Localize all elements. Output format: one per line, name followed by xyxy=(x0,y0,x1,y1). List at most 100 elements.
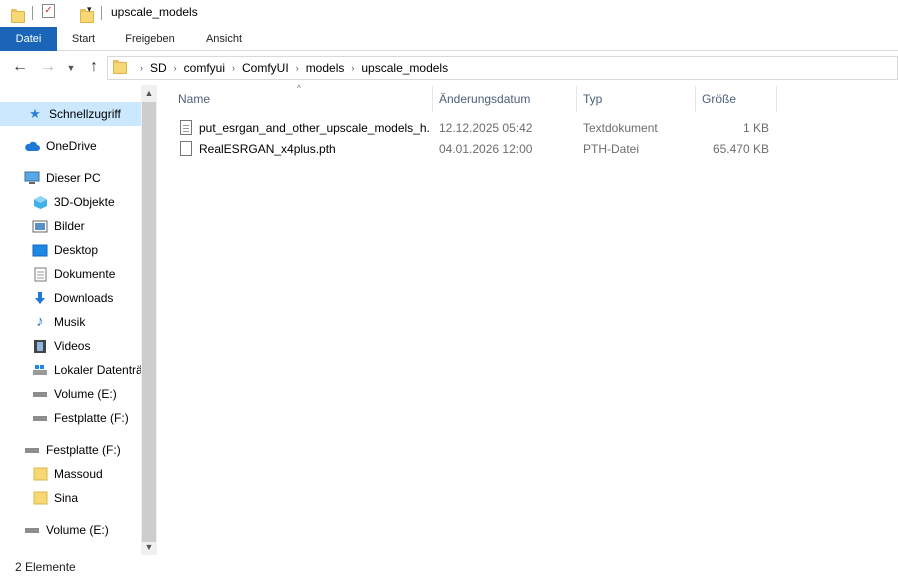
text-file-icon xyxy=(180,120,192,135)
status-bar: 2 Elemente xyxy=(0,556,898,578)
cloud-icon xyxy=(24,138,40,154)
sidebar-item-videos[interactable]: Videos xyxy=(0,334,141,358)
music-icon: ♪ xyxy=(36,313,44,330)
title-bar: ✓ ▾ upscale_models xyxy=(0,0,898,26)
file-date: 04.01.2026 12:00 xyxy=(439,142,533,156)
sidebar-item-label: 3D-Objekte xyxy=(54,195,115,209)
sidebar-item-label: Schnellzugriff xyxy=(49,107,121,121)
tab-view[interactable]: Ansicht xyxy=(192,27,256,51)
navigation-bar: ← → ▼ ↑ › SD › comfyui › ComfyUI › model… xyxy=(0,52,898,84)
column-header-type[interactable]: Typ xyxy=(577,85,695,113)
sidebar-item-festplatte-f-root[interactable]: Festplatte (F:) xyxy=(0,438,141,462)
file-icon xyxy=(180,141,192,156)
sidebar-item-volume-e-root[interactable]: Volume (E:) xyxy=(0,518,141,542)
cube-icon xyxy=(32,194,48,210)
tab-file[interactable]: Datei xyxy=(0,27,57,51)
sidebar-item-sina[interactable]: Sina xyxy=(0,486,141,510)
folder-icon xyxy=(32,490,48,506)
sidebar-item-downloads[interactable]: Downloads xyxy=(0,286,141,310)
breadcrumb-separator[interactable]: › xyxy=(174,63,177,73)
tab-share[interactable]: Freigeben xyxy=(112,27,188,51)
download-icon xyxy=(32,290,48,306)
drive-icon xyxy=(24,442,40,458)
drive-icon xyxy=(24,522,40,538)
star-icon: ★ xyxy=(29,106,41,121)
address-bar[interactable]: › SD › comfyui › ComfyUI › models › upsc… xyxy=(107,56,898,80)
breadcrumb-models[interactable]: models xyxy=(306,61,345,75)
folder-icon xyxy=(32,466,48,482)
divider xyxy=(101,6,102,20)
window-title: upscale_models xyxy=(111,5,198,19)
breadcrumb-comfyui[interactable]: comfyui xyxy=(184,61,225,75)
sidebar-item-this-pc[interactable]: Dieser PC xyxy=(0,166,141,190)
file-row[interactable]: put_esrgan_and_other_upscale_models_h...… xyxy=(175,118,775,138)
sidebar-item-label: OneDrive xyxy=(46,139,97,153)
breadcrumb-separator: › xyxy=(140,63,143,73)
file-row[interactable]: RealESRGAN_x4plus.pth 04.01.2026 12:00 P… xyxy=(175,139,775,159)
chevron-down-icon[interactable]: ▼ xyxy=(141,539,157,555)
sidebar-item-label: Sina xyxy=(54,491,79,505)
file-size: 1 KB xyxy=(742,121,769,135)
up-arrow-icon[interactable]: ↑ xyxy=(84,58,104,78)
navigation-pane: ★ Schnellzugriff OneDrive Dieser PC 3D-O… xyxy=(0,85,157,555)
file-name: put_esrgan_and_other_upscale_models_h... xyxy=(199,121,431,135)
sidebar-item-label: Lokaler Datenträ xyxy=(54,363,141,377)
sidebar-item-quick-access[interactable]: ★ Schnellzugriff xyxy=(0,102,141,126)
sidebar-item-massoud[interactable]: Massoud xyxy=(0,462,141,486)
sidebar-item-label: Volume (E:) xyxy=(46,523,109,537)
properties-icon[interactable]: ✓ xyxy=(42,4,55,18)
file-type: PTH-Datei xyxy=(583,142,640,156)
ribbon: Datei Start Freigeben Ansicht xyxy=(0,27,898,51)
sidebar-item-label: Musik xyxy=(54,315,86,329)
chevron-up-icon[interactable]: ▲ xyxy=(141,85,157,101)
monitor-icon xyxy=(24,170,40,186)
tab-start[interactable]: Start xyxy=(57,27,110,51)
video-icon xyxy=(32,338,48,354)
sidebar-item-label: Dieser PC xyxy=(46,171,101,185)
recent-locations-icon[interactable]: ▼ xyxy=(64,58,78,78)
breadcrumb-comfyui-app[interactable]: ComfyUI xyxy=(242,61,289,75)
picture-icon xyxy=(32,218,48,234)
sidebar-item-label: Festplatte (F:) xyxy=(54,411,129,425)
breadcrumb-separator[interactable]: › xyxy=(351,63,354,73)
sidebar-item-label: Desktop xyxy=(54,243,99,257)
sidebar-item-festplatte-f[interactable]: Festplatte (F:) xyxy=(0,406,141,430)
sidebar-item-pictures[interactable]: Bilder xyxy=(0,214,141,238)
sidebar-item-label: Videos xyxy=(54,339,91,353)
file-date: 12.12.2025 05:42 xyxy=(439,121,533,135)
column-divider[interactable] xyxy=(776,86,777,112)
sidebar-item-music[interactable]: ♪ Musik xyxy=(0,310,141,334)
document-icon xyxy=(32,266,48,282)
sidebar-item-volume-e[interactable]: Volume (E:) xyxy=(0,382,141,406)
divider xyxy=(32,6,33,20)
breadcrumb-sd[interactable]: SD xyxy=(150,61,167,75)
sidebar-item-label: Dokumente xyxy=(54,267,116,281)
chevron-down-icon[interactable]: ▾ xyxy=(87,4,92,15)
column-header-date[interactable]: Änderungsdatum xyxy=(433,85,576,113)
back-arrow-icon[interactable]: ← xyxy=(10,58,30,78)
item-count: 2 Elemente xyxy=(15,560,76,574)
sidebar-item-label: Volume (E:) xyxy=(54,387,117,401)
column-header-size[interactable]: Größe xyxy=(696,85,776,113)
sidebar-item-label: Downloads xyxy=(54,291,114,305)
local-disk-icon xyxy=(32,362,48,378)
sidebar-item-local-disk[interactable]: Lokaler Datenträ xyxy=(0,358,141,382)
sidebar-item-label: Bilder xyxy=(54,219,85,233)
breadcrumb-separator[interactable]: › xyxy=(296,63,299,73)
scrollbar-thumb[interactable] xyxy=(142,102,156,542)
folder-icon xyxy=(113,60,127,74)
sidebar-scrollbar[interactable]: ▲ ▼ xyxy=(141,85,157,555)
sidebar-item-onedrive[interactable]: OneDrive xyxy=(0,134,141,158)
file-name: RealESRGAN_x4plus.pth xyxy=(199,142,336,156)
desktop-icon xyxy=(32,242,48,258)
file-type: Textdokument xyxy=(583,121,658,135)
folder-icon[interactable] xyxy=(11,9,25,23)
breadcrumb-separator[interactable]: › xyxy=(232,63,235,73)
breadcrumb-upscale-models[interactable]: upscale_models xyxy=(361,61,448,75)
sidebar-item-desktop[interactable]: Desktop xyxy=(0,238,141,262)
forward-arrow-icon[interactable]: → xyxy=(38,58,58,78)
column-header-name[interactable]: Name xyxy=(172,85,432,113)
drive-icon xyxy=(32,386,48,402)
sidebar-item-documents[interactable]: Dokumente xyxy=(0,262,141,286)
sidebar-item-3d-objects[interactable]: 3D-Objekte xyxy=(0,190,141,214)
